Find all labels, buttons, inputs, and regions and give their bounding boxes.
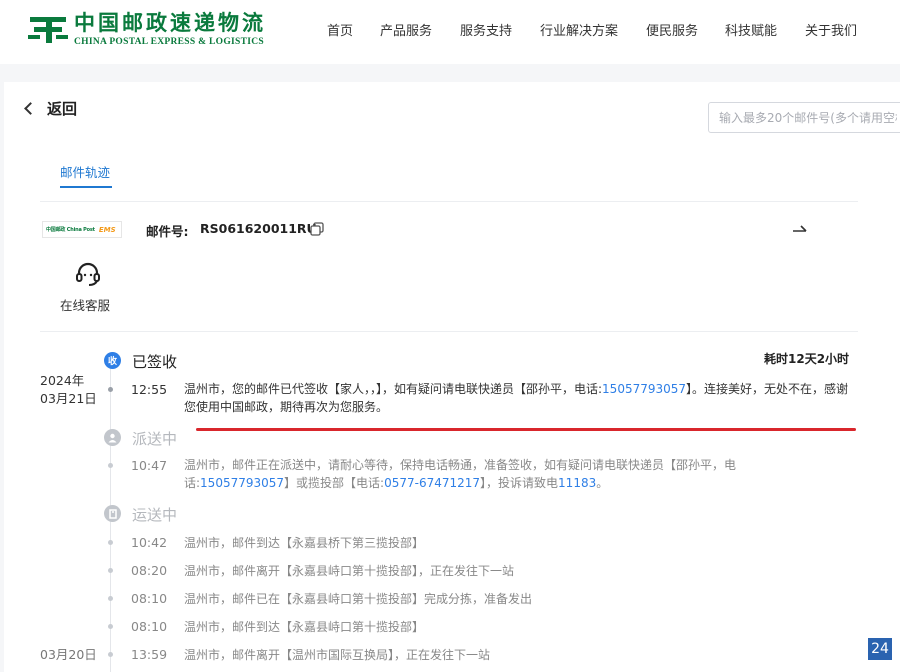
ems-logo: EMS [98,225,116,234]
event-description: 温州市，邮件到达【永嘉县桥下第三揽投部】 [184,536,425,550]
event-time: 10:47 [131,458,168,473]
courier-phone-link[interactable]: 15057793057 [602,382,686,396]
event-time: 13:59 [131,647,168,662]
nav-technology[interactable]: 科技赋能 [725,20,777,39]
nav-solutions[interactable]: 行业解决方案 [540,20,618,39]
event-description: 温州市，邮件正在派送中，请耐心等待，保持电话畅通，准备签收，如有疑问请电联快递员… [184,458,737,490]
chevron-left-icon [24,102,37,115]
main-nav: 首页 产品服务 服务支持 行业解决方案 便民服务 科技赋能 关于我们 [0,20,900,40]
divider [40,201,858,202]
timeline-dot [108,463,113,468]
courier-status-icon [104,429,121,446]
timeline-dot [108,568,113,573]
courier-phone-link[interactable]: 15057793057 [200,476,284,490]
elapsed-duration: 耗时12天2小时 [764,352,850,366]
timeline-dot [108,624,113,629]
brand-cn-text: 中国邮政 China Post [46,227,95,233]
page-number-badge: 24 [868,638,892,660]
tab-mail-track[interactable]: 邮件轨迹 [60,162,110,181]
event-description: 温州市，邮件已在【永嘉县峙口第十揽投部】完成分拣，准备发出 [184,592,533,606]
tracking-number-input[interactable] [708,102,900,133]
brand-badge: 中国邮政 China Post EMS [42,221,122,238]
share-icon[interactable] [792,224,808,234]
back-button[interactable]: 返回 [24,98,78,119]
nav-support[interactable]: 服务支持 [460,20,512,39]
event-description: 温州市，您的邮件已代签收【家人，，】，如有疑问请电联快递员【邵孙平，电话:150… [184,382,849,414]
signed-status-icon: 收 [104,352,121,369]
timeline-dot [108,652,113,657]
nav-public-services[interactable]: 便民服务 [646,20,698,39]
event-time: 08:10 [131,591,168,606]
tracking-card: 返回 邮件轨迹 中国邮政 China Post EMS 邮件号: RS06162… [4,82,900,672]
mail-number: RS061620011RU [200,221,317,236]
nav-home[interactable]: 首页 [327,20,353,39]
site-header: 中国邮政速递物流 CHINA POSTAL EXPRESS & LOGISTIC… [0,0,900,64]
date-year: 2024年 [40,373,85,388]
station-phone-link[interactable]: 0577-67471217 [384,476,480,490]
date-day: 03月21日 [40,391,97,406]
tab-active-indicator [60,186,112,188]
event-time: 10:42 [131,535,168,550]
divider [40,331,858,332]
event-time: 08:20 [131,563,168,578]
nav-about[interactable]: 关于我们 [805,20,857,39]
event-description: 温州市，邮件到达【永嘉县峙口第十揽投部】 [184,620,425,634]
nav-products[interactable]: 产品服务 [380,20,432,39]
status-delivering: 派送中 [132,430,178,448]
back-label: 返回 [47,100,78,118]
copy-icon[interactable] [310,222,324,236]
timeline-dot [108,596,113,601]
event-description: 温州市，邮件离开【温州市国际互换局】，正在发往下一站 [184,648,491,662]
complaint-phone-link[interactable]: 11183 [558,476,596,490]
status-signed: 已签收 [132,353,178,371]
timeline-dot [108,387,113,392]
customer-service-label[interactable]: 在线客服 [60,295,110,314]
transit-status-icon [104,505,121,522]
red-underline-annotation [196,428,856,431]
timeline-dot [108,540,113,545]
headset-icon[interactable] [74,260,102,288]
event-time: 08:10 [131,619,168,634]
event-description: 温州市，邮件离开【永嘉县峙口第十揽投部】，正在发往下一站 [184,564,515,578]
status-in-transit: 运送中 [132,506,178,524]
date-day: 03月20日 [40,647,97,662]
mail-number-label: 邮件号: [146,224,189,239]
event-time: 12:55 [131,382,168,397]
